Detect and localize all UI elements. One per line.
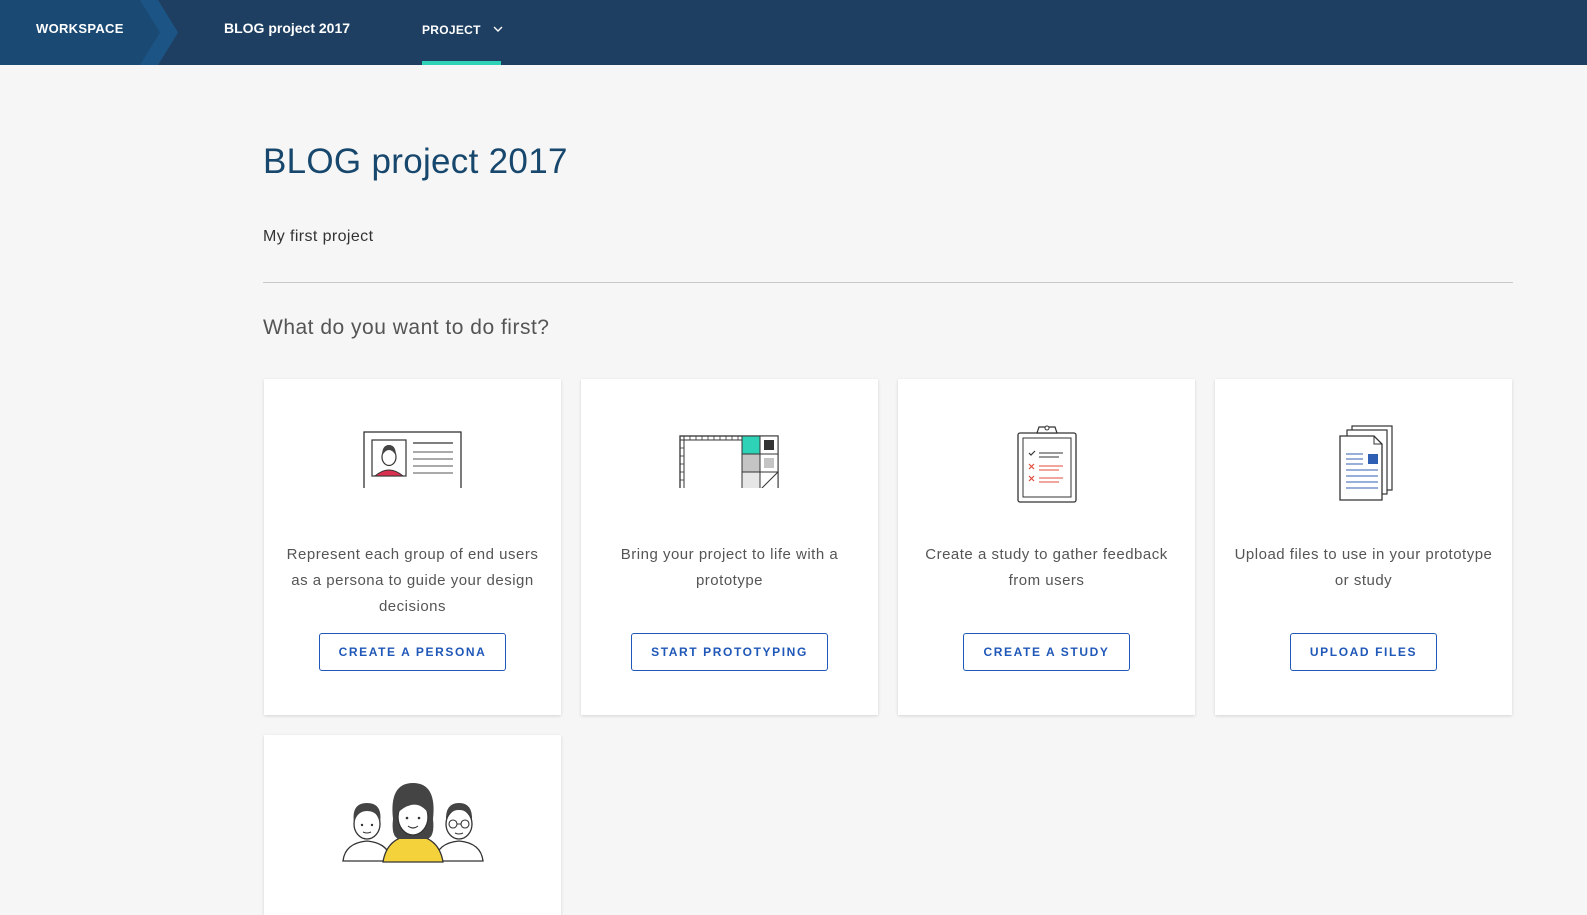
- active-tab-indicator: [422, 61, 501, 65]
- clipboard-checklist-icon: [1016, 425, 1077, 503]
- team-people-icon: [341, 783, 484, 863]
- start-prototyping-button[interactable]: START PROTOTYPING: [631, 633, 828, 671]
- chevron-down-icon: [493, 26, 503, 32]
- card-study: Create a study to gather feedback from u…: [898, 379, 1195, 715]
- prototype-canvas-icon: [678, 435, 779, 488]
- card-prototype: Bring your project to life with a protot…: [581, 379, 878, 715]
- section-heading: What do you want to do first?: [263, 316, 550, 339]
- card-upload: Upload files to use in your prototype or…: [1215, 379, 1512, 715]
- upload-files-button[interactable]: UPLOAD FILES: [1290, 633, 1437, 671]
- workspace-label: WORKSPACE: [36, 21, 124, 36]
- breadcrumb-workspace[interactable]: WORKSPACE: [0, 0, 178, 65]
- create-study-button[interactable]: CREATE A STUDY: [963, 633, 1130, 671]
- card-team: [264, 735, 561, 915]
- page-title: BLOG project 2017: [263, 142, 568, 181]
- top-nav-bar: WORKSPACE BLOG project 2017 PROJECT: [0, 0, 1587, 65]
- create-persona-button[interactable]: CREATE A PERSONA: [319, 633, 506, 671]
- breadcrumb-project-name[interactable]: BLOG project 2017: [224, 20, 350, 36]
- persona-card-icon: [362, 431, 462, 488]
- project-description: My first project: [263, 228, 374, 245]
- card-description: Bring your project to life with a protot…: [620, 546, 839, 589]
- project-menu-dropdown[interactable]: PROJECT: [422, 0, 503, 65]
- project-menu-label: PROJECT: [422, 23, 481, 37]
- card-description: Represent each group of end users as a p…: [286, 546, 539, 615]
- card-persona: Represent each group of end users as a p…: [264, 379, 561, 715]
- card-description: Upload files to use in your prototype or…: [1234, 546, 1493, 589]
- section-divider: [263, 282, 1513, 283]
- card-description: Create a study to gather feedback from u…: [925, 546, 1168, 589]
- documents-icon: [1338, 425, 1393, 501]
